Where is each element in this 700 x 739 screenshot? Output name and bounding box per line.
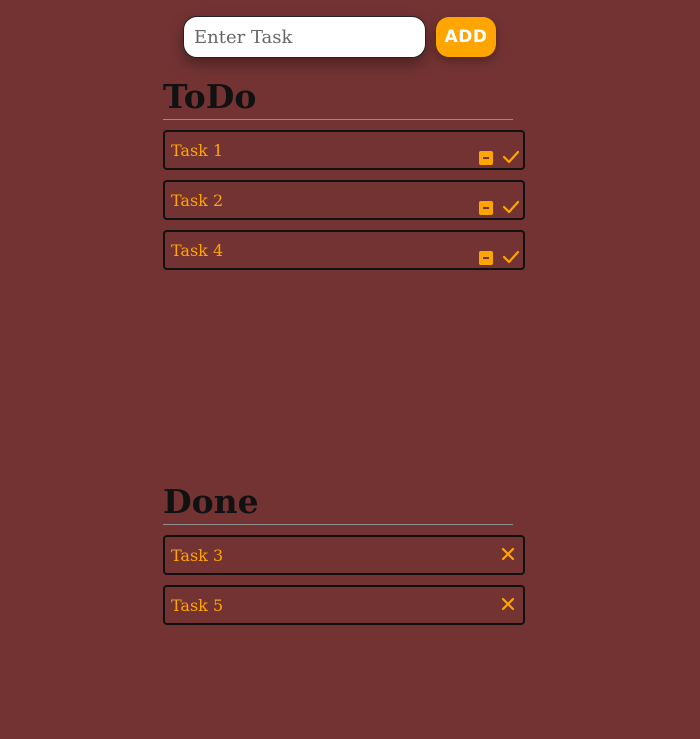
add-button[interactable]: ADD xyxy=(436,17,496,57)
task-input[interactable] xyxy=(183,16,426,58)
task-label: Task 2 xyxy=(171,191,224,210)
done-title: Done xyxy=(163,482,259,521)
task-label: Task 5 xyxy=(171,596,224,615)
add-task-bar: ADD xyxy=(183,16,503,61)
done-item: Task 3 xyxy=(163,535,525,575)
todo-item: Task 4 xyxy=(163,230,525,270)
todo-divider xyxy=(163,119,513,120)
checkmark-icon[interactable] xyxy=(503,200,519,214)
minus-square-icon[interactable] xyxy=(479,251,493,265)
task-label: Task 3 xyxy=(171,546,224,565)
todo-item: Task 1 xyxy=(163,130,525,170)
done-item: Task 5 xyxy=(163,585,525,625)
todo-list: Task 1 Task 2 Task 4 xyxy=(163,130,525,270)
close-icon[interactable] xyxy=(501,597,515,611)
task-label: Task 4 xyxy=(171,241,224,260)
todo-title: ToDo xyxy=(163,77,257,116)
done-list: Task 3 Task 5 xyxy=(163,535,525,625)
todo-section: ToDo Task 1 Task 2 Task 4 xyxy=(163,77,525,280)
done-section: Done Task 3 Task 5 xyxy=(163,482,525,635)
minus-square-icon[interactable] xyxy=(479,151,493,165)
done-divider xyxy=(163,524,513,525)
minus-square-icon[interactable] xyxy=(479,201,493,215)
task-label: Task 1 xyxy=(171,141,224,160)
close-icon[interactable] xyxy=(501,547,515,561)
checkmark-icon[interactable] xyxy=(503,250,519,264)
checkmark-icon[interactable] xyxy=(503,150,519,164)
todo-item: Task 2 xyxy=(163,180,525,220)
